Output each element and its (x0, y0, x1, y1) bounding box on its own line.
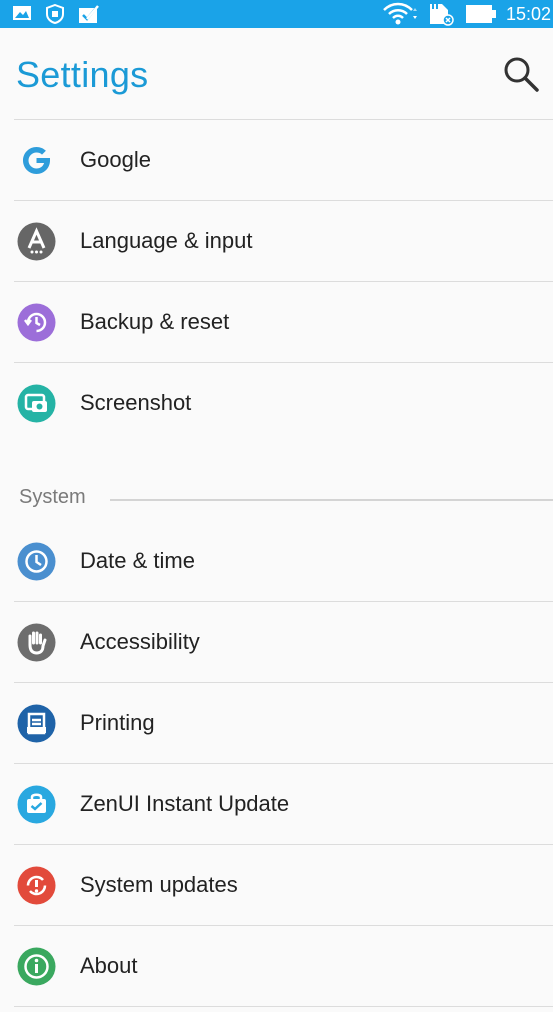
settings-item-printing[interactable]: Printing (0, 683, 553, 764)
page-title: Settings (16, 54, 149, 95)
section-title: System (19, 486, 86, 508)
settings-item-label: ZenUI Instant Update (80, 791, 290, 816)
settings-item-label: Accessibility (80, 629, 200, 654)
settings-item-accessibility[interactable]: Accessibility (0, 602, 553, 683)
settings-item-system-updates[interactable]: System updates (0, 845, 553, 926)
app-bar: Settings (0, 28, 553, 120)
section-divider (110, 499, 553, 501)
settings-item-language[interactable]: Language & input (0, 201, 553, 282)
settings-item-screenshot[interactable]: Screenshot (0, 363, 553, 444)
google-icon (17, 141, 56, 180)
status-left-icons (12, 4, 100, 24)
section-header-system: System (0, 478, 553, 518)
item-divider (14, 1006, 553, 1007)
status-bar: 15:02 (0, 0, 553, 28)
update-bag-icon (17, 785, 56, 824)
settings-item-label: Google (80, 147, 151, 172)
settings-item-label: Language & input (80, 228, 253, 253)
system-update-icon (17, 866, 56, 905)
image-icon (13, 6, 31, 20)
info-icon (17, 947, 56, 986)
shield-icon (46, 4, 64, 24)
search-button[interactable] (501, 54, 541, 94)
settings-item-label: System updates (80, 872, 238, 897)
screenshot-icon (17, 384, 56, 423)
clipboard-check-icon (79, 5, 99, 23)
settings-item-backup[interactable]: Backup & reset (0, 282, 553, 363)
settings-item-google[interactable]: Google (0, 120, 553, 201)
printer-icon (17, 704, 56, 743)
settings-item-label: Printing (80, 710, 155, 735)
language-icon (17, 222, 56, 261)
sim-icon (429, 4, 454, 26)
settings-item-zenui-update[interactable]: ZenUI Instant Update (0, 764, 553, 845)
search-icon (504, 57, 539, 92)
hand-icon (17, 623, 56, 662)
settings-item-label: Date & time (80, 548, 195, 573)
battery-icon (465, 5, 496, 23)
clock-icon (17, 542, 56, 581)
settings-item-label: Screenshot (80, 390, 192, 415)
settings-item-about[interactable]: About (0, 926, 553, 1007)
settings-item-label: About (80, 953, 138, 978)
settings-item-label: Backup & reset (80, 309, 230, 334)
backup-icon (17, 303, 56, 342)
wifi-icon (383, 2, 417, 25)
status-right-icons: 15:02 (382, 0, 553, 28)
settings-item-date-time[interactable]: Date & time (0, 521, 553, 602)
status-time: 15:02 (505, 3, 551, 24)
